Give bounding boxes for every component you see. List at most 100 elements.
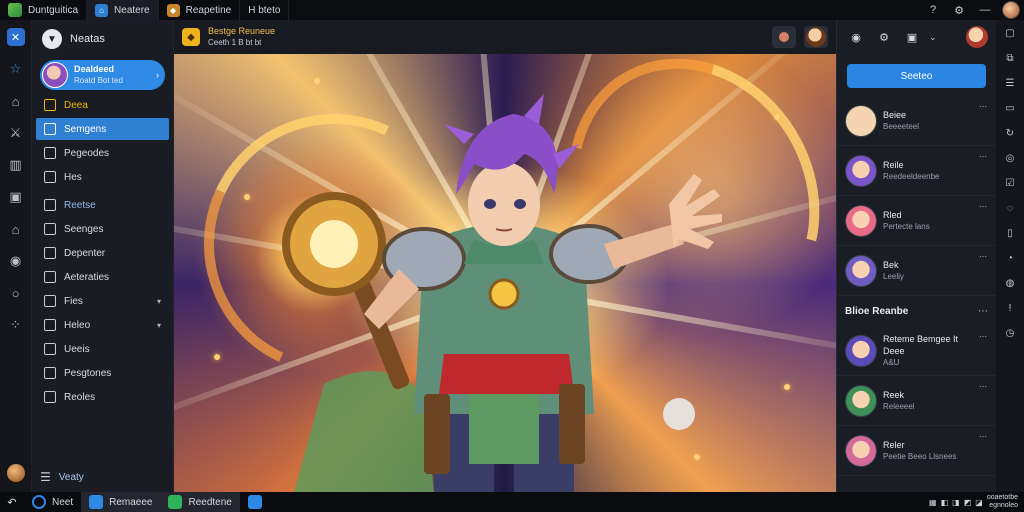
friend-item[interactable]: Reteme Bemgee It Deee A&U ⋯ [837,326,996,376]
help-icon[interactable]: ? [920,0,946,20]
more-icon[interactable]: ⋯ [979,432,988,441]
spark [774,114,780,120]
nav-item[interactable]: Heleo ▾ [36,314,169,336]
section-header: Blioe Reanbe ⋯ [837,296,996,326]
system-tray: ▦ ◧ ◨ ◩ ◪ ooaetotbe egnnoleo [929,494,1024,510]
nav-item[interactable]: Pesgtones [36,362,169,384]
tab-game[interactable]: ◆ Reapetine [159,0,241,20]
discord-icon[interactable]: ◉ [7,252,25,270]
window-avatar[interactable] [998,0,1024,20]
settings-icon[interactable]: ⚙ [946,0,972,20]
nav-item[interactable]: Reetse [36,194,169,216]
chevron-down-icon[interactable]: ⌄ [929,32,937,43]
refresh-icon[interactable]: ↻ [1003,126,1017,140]
more-icon[interactable]: ⋯ [978,306,988,317]
library-icon[interactable]: ▥ [7,156,25,174]
list-icon[interactable]: ☰ [1003,76,1017,90]
taskbar-item[interactable]: Reedtene [160,492,240,512]
nav-item[interactable]: Deea [36,94,169,116]
tray-icon[interactable]: ▦ [929,498,937,507]
taskbar-label: Remaeee [109,496,153,508]
nav-item[interactable]: Pegeodes [36,142,169,164]
friend-item[interactable]: Rled Pertecte lans ⋯ [837,196,996,246]
taskbar-item[interactable]: Neet [24,492,81,512]
nav-item-icon [44,295,56,307]
nav-item[interactable]: Hes [36,166,169,188]
more-icon[interactable]: ⋯ [979,152,988,161]
shop-icon[interactable]: ⌂ [7,220,25,238]
copy-icon[interactable]: ⧉ [1003,51,1017,65]
loading-icon[interactable]: ⁘ [7,316,25,334]
nav-item[interactable]: Ueeis [36,338,169,360]
globe-icon[interactable]: ◎ [1003,151,1017,165]
section-title: Blioe Reanbe [845,305,909,317]
tray-icon[interactable]: ◧ [941,498,949,507]
more-icon[interactable]: ⋯ [979,332,988,341]
cape [294,371,434,492]
circle-icon[interactable]: ◌ [1003,201,1017,215]
nav-item[interactable]: Fies ▾ [36,290,169,312]
star-icon[interactable]: ☆ [7,60,25,78]
camera-icon[interactable]: ◉ [845,26,867,48]
user-avatar[interactable] [6,464,25,482]
tray-icon[interactable]: ◪ [975,498,983,507]
brand-icon[interactable]: ✕ [6,28,25,46]
chevron-down-icon: ▾ [156,296,161,306]
friend-name: Reile [883,159,904,170]
more-icon[interactable]: ⋯ [979,102,988,111]
tab-app[interactable]: Duntguitica [0,0,88,20]
nav-item[interactable]: Depenter [36,242,169,264]
controller-icon[interactable]: ⚔ [7,124,25,142]
avatar [845,154,877,187]
avatar[interactable] [966,26,988,48]
belt-pouch [424,394,450,474]
nav-item[interactable]: Semgens [36,118,169,140]
friend-item[interactable]: Reile Reedeeldeenbe ⋯ [837,146,996,196]
clock[interactable]: ooaetotbe egnnoleo [987,494,1018,510]
back-icon[interactable]: ↶ [0,492,24,512]
more-icon[interactable]: ⋯ [979,252,988,261]
nav-item[interactable]: Reoles [36,386,169,408]
record-button[interactable] [772,26,796,48]
pin-icon[interactable]: ◍ [1003,276,1017,290]
nav-item-icon [44,171,56,183]
circle-icon[interactable]: ○ [7,284,25,302]
taskbar-item[interactable] [240,492,270,512]
home-icon[interactable]: ⌂ [7,92,25,110]
nav-item-label: Seenges [64,223,104,235]
nav-item[interactable]: Aeteraties [36,266,169,288]
chat-icon[interactable]: ▣ [901,26,923,48]
head [468,162,540,246]
more-icon[interactable]: ⋯ [979,382,988,391]
friend-item[interactable]: Beiee Beeeeteel ⋯ [837,96,996,146]
friend-item[interactable]: Reek Releeeel ⋯ [837,376,996,426]
menu-icon[interactable]: ▼ [42,29,62,49]
check-icon[interactable]: ☑ [1003,176,1017,190]
gear-icon[interactable]: ⚙ [873,26,895,48]
minimize-icon[interactable]: — [972,0,998,20]
window-icon[interactable]: ▢ [1003,26,1017,40]
tray-icon[interactable]: ◩ [964,498,972,507]
store-icon[interactable]: ▣ [7,188,25,206]
phone-icon[interactable]: ▯ [1003,226,1017,240]
tab-home[interactable]: ⌂ Neatere [87,0,159,20]
friend-item[interactable]: Bek Leeliy ⋯ [837,246,996,296]
nav-footer[interactable]: ☰ Veaty [40,470,84,484]
clock-icon[interactable]: ◷ [1003,326,1017,340]
more-icon[interactable]: ⋯ [979,202,988,211]
friend-item[interactable]: Reler Peetie Beeo Llsnees ⋯ [837,426,996,476]
panel-toolbar: ◉ ⚙ ▣ ⌄ [837,20,996,54]
profile-button[interactable] [804,26,828,48]
tray-icon[interactable]: ◨ [952,498,960,507]
spark [694,454,700,460]
tab-play[interactable]: H bteto [240,0,290,20]
profile-card[interactable]: Dealdeed Roatd Bot ted › [40,60,165,90]
avatar [845,104,877,137]
nav-item[interactable]: Seenges [36,218,169,240]
chat-icon[interactable]: ▭ [1003,101,1017,115]
bell-icon[interactable]: ◔ [1003,251,1017,265]
taskbar-item[interactable]: Remaeee [81,492,161,512]
nav-item-icon [44,247,56,259]
alert-icon[interactable]: ! [1003,301,1017,315]
search-button[interactable]: Seeteo [847,64,986,88]
